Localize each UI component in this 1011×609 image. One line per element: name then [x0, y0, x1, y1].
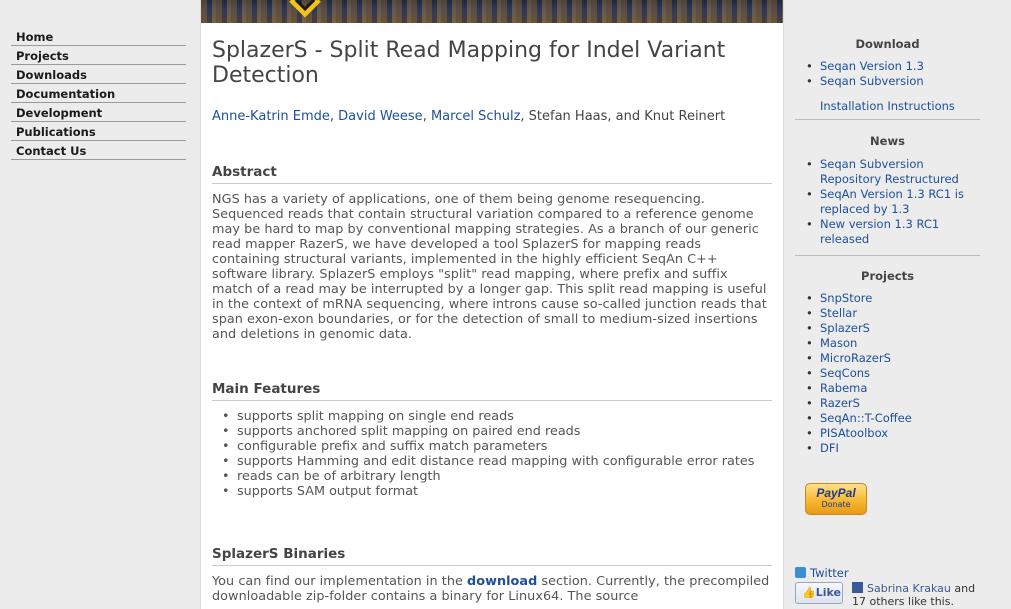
project-link[interactable]: DFI: [820, 441, 839, 455]
author-link[interactable]: David Weese: [338, 109, 423, 124]
facebook-like-button[interactable]: 👍Like: [795, 582, 843, 604]
list-item: supports anchored split mapping on paire…: [220, 424, 772, 439]
like-label: Like: [815, 586, 841, 599]
facebook-icon: [852, 582, 863, 593]
list-item: SeqAn Version 1.3 RC1 is replaced by 1.3: [806, 187, 981, 217]
project-link[interactable]: RazerS: [820, 396, 860, 410]
list-item: reads can be of arbitrary length: [220, 469, 772, 484]
facebook-like-count: Sabrina Krakau and 17 others like this.: [852, 582, 982, 608]
nav-item-publications[interactable]: Publications: [11, 122, 186, 141]
author-separator: ,: [520, 109, 529, 124]
list-item: SeqCons: [806, 366, 980, 381]
list-item: Rabema: [806, 381, 980, 396]
article: SplazerS - Split Read Mapping for Indel …: [201, 23, 783, 604]
twitter-link[interactable]: Twitter: [795, 566, 849, 580]
project-link[interactable]: Rabema: [820, 381, 867, 395]
download-list: Seqan Version 1.3 Seqan Subversion: [806, 59, 980, 89]
project-link[interactable]: SplazerS: [820, 321, 870, 335]
list-item: Stellar: [806, 306, 980, 321]
project-link[interactable]: SnpStore: [820, 291, 872, 305]
news-link[interactable]: New version 1.3 RC1 released: [820, 217, 939, 246]
news-heading: News: [870, 134, 905, 148]
author-link[interactable]: Marcel Schulz: [431, 109, 520, 124]
list-item: RazerS: [806, 396, 980, 411]
facebook-friend-link[interactable]: Sabrina Krakau: [867, 582, 951, 595]
project-link[interactable]: Mason: [820, 336, 857, 350]
binaries-heading: SplazerS Binaries: [212, 545, 772, 566]
list-item: Seqan Subversion Repository Restructured: [806, 157, 981, 187]
project-link[interactable]: SeqAn::T-Coffee: [820, 411, 912, 425]
list-item: Seqan Subversion: [806, 74, 980, 89]
list-item: New version 1.3 RC1 released: [806, 217, 981, 247]
list-item: DFI: [806, 441, 980, 456]
sidebar-link[interactable]: Seqan Version 1.3: [820, 59, 924, 73]
list-item: SplazerS: [806, 321, 980, 336]
abstract-heading: Abstract: [212, 163, 772, 184]
news-link[interactable]: Seqan Subversion Repository Restructured: [820, 157, 959, 186]
project-link[interactable]: Stellar: [820, 306, 857, 320]
header-banner: [201, 0, 783, 23]
news-link[interactable]: SeqAn Version 1.3 RC1 is replaced by 1.3: [820, 187, 964, 216]
projects-list: SnpStore Stellar SplazerS Mason MicroRaz…: [806, 291, 980, 456]
author-link[interactable]: Anne-Katrin Emde: [212, 109, 330, 124]
project-link[interactable]: SeqCons: [820, 366, 870, 380]
twitter-label: Twitter: [810, 566, 849, 580]
abstract-text: NGS has a variety of applications, one o…: [212, 192, 767, 342]
left-navigation: Home Projects Downloads Documentation De…: [11, 27, 186, 160]
list-item: SnpStore: [806, 291, 980, 306]
author-list: Anne-Katrin Emde, David Weese, Marcel Sc…: [212, 108, 772, 126]
paypal-donate-button[interactable]: PayPal Donate: [805, 483, 867, 515]
nav-item-development[interactable]: Development: [11, 103, 186, 122]
nav-item-projects[interactable]: Projects: [11, 46, 186, 65]
project-link[interactable]: PISAtoolbox: [820, 426, 888, 440]
news-list: Seqan Subversion Repository Restructured…: [806, 157, 981, 247]
author-names-plain: Stefan Haas, and Knut Reinert: [528, 109, 726, 124]
author-separator: ,: [329, 109, 339, 124]
right-sidebar: Download Seqan Version 1.3 Seqan Subvers…: [795, 0, 981, 608]
list-item: configurable prefix and suffix match par…: [220, 439, 772, 454]
donate-label: Donate: [821, 500, 851, 509]
project-link[interactable]: MicroRazerS: [820, 351, 891, 365]
author-separator: ,: [422, 109, 431, 124]
list-item: supports split mapping on single end rea…: [220, 409, 772, 424]
list-item: PISAtoolbox: [806, 426, 980, 441]
paypal-logo: PayPal: [816, 486, 856, 500]
list-item: Seqan Version 1.3: [806, 59, 980, 74]
binaries-text-start: You can find our implementation in the: [212, 574, 468, 589]
binaries-text: You can find our implementation in the d…: [212, 574, 772, 604]
list-item: SeqAn::T-Coffee: [806, 411, 980, 426]
thumbs-up-icon: 👍: [802, 586, 816, 599]
nav-item-downloads[interactable]: Downloads: [11, 65, 186, 84]
installation-instructions-link[interactable]: Installation Instructions: [820, 99, 980, 114]
list-item: supports Hamming and edit distance read …: [220, 454, 772, 469]
sidebar-link[interactable]: Seqan Subversion: [820, 74, 924, 88]
twitter-icon: [795, 567, 806, 578]
nav-item-home[interactable]: Home: [11, 27, 186, 46]
features-list: supports split mapping on single end rea…: [220, 409, 772, 499]
main-content: SplazerS - Split Read Mapping for Indel …: [200, 0, 784, 609]
features-heading: Main Features: [212, 380, 772, 401]
nav-item-documentation[interactable]: Documentation: [11, 84, 186, 103]
download-heading: Download: [855, 37, 920, 51]
seqan-logo-icon: [289, 0, 321, 18]
projects-heading: Projects: [861, 269, 914, 283]
nav-item-contact-us[interactable]: Contact Us: [11, 141, 186, 160]
list-item: MicroRazerS: [806, 351, 980, 366]
list-item: Mason: [806, 336, 980, 351]
page-title: SplazerS - Split Read Mapping for Indel …: [212, 38, 726, 88]
list-item: supports SAM output format: [220, 484, 772, 499]
download-link[interactable]: download: [467, 574, 537, 589]
